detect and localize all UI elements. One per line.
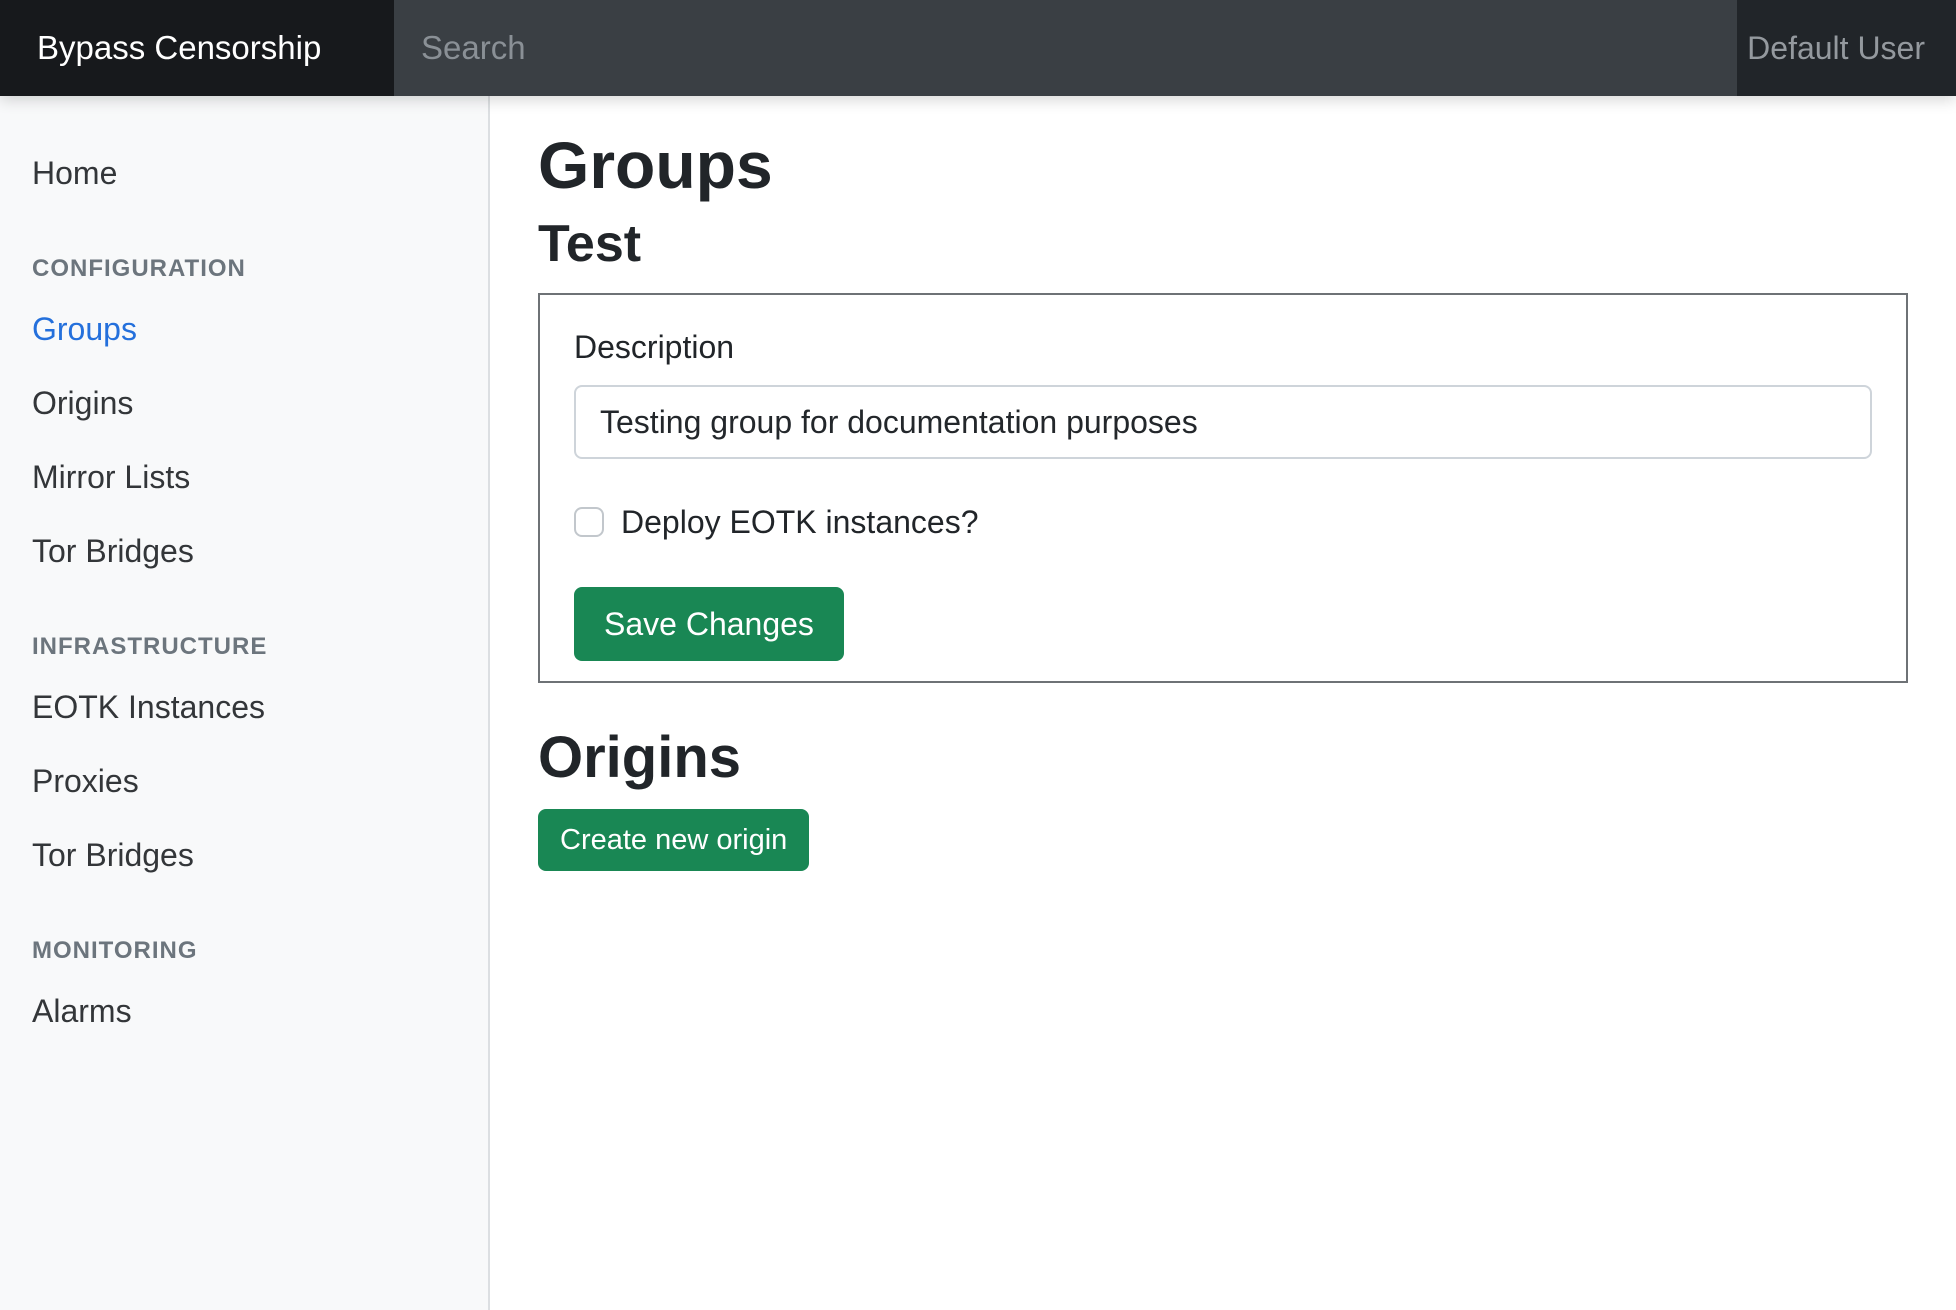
description-input[interactable]: [574, 385, 1872, 459]
deploy-eotk-checkbox[interactable]: [574, 507, 604, 537]
page-layout: Home CONFIGURATION Groups Origins Mirror…: [0, 96, 1956, 1310]
sidebar-item-tor-bridges-config[interactable]: Tor Bridges: [0, 514, 488, 588]
group-name-heading: Test: [538, 213, 1908, 275]
sidebar-item-mirror-lists[interactable]: Mirror Lists: [0, 440, 488, 514]
sidebar-heading-infrastructure: INFRASTRUCTURE: [32, 632, 456, 662]
top-navbar: Bypass Censorship Default User: [0, 0, 1956, 96]
deploy-eotk-label[interactable]: Deploy EOTK instances?: [621, 503, 979, 541]
origins-heading: Origins: [538, 723, 1908, 793]
sidebar-item-home[interactable]: Home: [0, 136, 488, 210]
user-menu[interactable]: Default User: [1737, 0, 1956, 96]
sidebar-heading-monitoring: MONITORING: [32, 936, 456, 966]
app-brand[interactable]: Bypass Censorship: [0, 0, 394, 96]
sidebar-item-origins[interactable]: Origins: [0, 366, 488, 440]
sidebar-item-groups[interactable]: Groups: [0, 292, 488, 366]
sidebar-item-proxies[interactable]: Proxies: [0, 744, 488, 818]
main-content: Groups Test Description Deploy EOTK inst…: [490, 96, 1956, 1310]
create-new-origin-button[interactable]: Create new origin: [538, 809, 809, 871]
page-title: Groups: [538, 126, 1908, 205]
sidebar: Home CONFIGURATION Groups Origins Mirror…: [0, 96, 490, 1310]
search-input[interactable]: [394, 0, 1737, 96]
sidebar-nav: Home CONFIGURATION Groups Origins Mirror…: [0, 96, 488, 1048]
search-bar: [394, 0, 1737, 96]
sidebar-item-tor-bridges-infra[interactable]: Tor Bridges: [0, 818, 488, 892]
deploy-eotk-row: Deploy EOTK instances?: [574, 503, 1872, 541]
description-label: Description: [574, 323, 1872, 371]
sidebar-heading-configuration: CONFIGURATION: [32, 254, 456, 284]
group-edit-form: Description Deploy EOTK instances? Save …: [538, 293, 1908, 683]
sidebar-item-alarms[interactable]: Alarms: [0, 974, 488, 1048]
sidebar-item-eotk-instances[interactable]: EOTK Instances: [0, 670, 488, 744]
save-changes-button[interactable]: Save Changes: [574, 587, 844, 661]
